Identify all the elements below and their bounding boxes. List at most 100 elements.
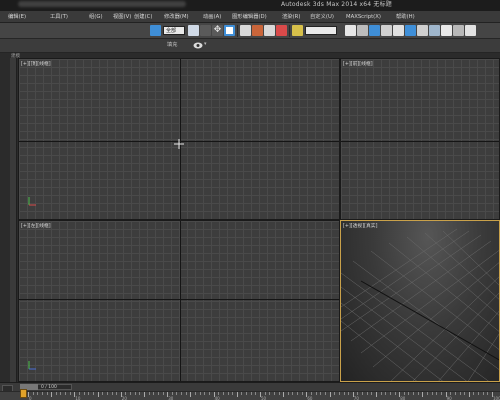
mirror-icon[interactable] [345,25,356,36]
timeline-minor-tick [65,392,67,395]
viewport-perspective[interactable]: [+][透视][真实] [340,220,500,382]
render-production-icon[interactable] [441,25,452,36]
material-editor-icon[interactable] [405,25,416,36]
axis-gizmo-icon [28,361,36,370]
title-bar: Autodesk 3ds Max 2014 x64 无标题 [0,0,500,11]
timeline-tick [51,392,53,397]
timeline-minor-tick [232,392,234,395]
timeline-minor-tick [366,392,368,395]
viewport-label[interactable]: [+][左][线框] [21,222,51,229]
timeline-minor-tick [464,392,466,395]
selection-filter-dropdown[interactable]: 全部 [163,26,185,35]
timeline-minor-tick [208,392,210,395]
menu-edit[interactable]: 编辑(E) [8,12,26,22]
viewport-label[interactable]: [+][顶][线框] [21,60,51,67]
timeline-tick-label: 10 [75,396,81,400]
percent-snap-icon[interactable] [264,25,275,36]
timeline-minor-tick [125,392,127,395]
timeline-minor-tick [46,392,48,395]
timeline-minor-tick [116,392,118,395]
timeline-tick-label: 90 [446,396,452,400]
timeline-minor-tick [320,392,322,395]
angle-snap-icon[interactable] [252,25,263,36]
quick-access-toolbar[interactable] [18,1,186,7]
timeline-minor-tick [311,392,313,395]
menu-create[interactable]: 创建(C) [134,12,152,22]
timeline-minor-tick [348,392,350,395]
timeline-minor-tick [380,392,382,395]
named-selection-set-input[interactable] [305,26,337,35]
snap-toggle-icon[interactable] [240,25,251,36]
spinner-snap-icon[interactable] [276,25,287,36]
render-teapot-icon[interactable] [453,25,464,36]
timeline-minor-tick [403,392,405,395]
schematic-view-icon[interactable] [393,25,404,36]
timeline-tick-label: 0 [29,396,32,400]
timeline-minor-tick [246,392,248,395]
grid-axis-horizontal [341,141,499,142]
timeline-minor-tick [41,392,43,395]
rotate-icon[interactable] [224,25,235,36]
curve-editor-icon[interactable] [381,25,392,36]
menu-tools[interactable]: 工具(T) [50,12,68,22]
menu-group[interactable]: 组(G) [89,12,103,22]
timeline-minor-tick [478,392,480,395]
move-icon[interactable]: ✥ [212,25,223,36]
rendered-frame-window-icon[interactable] [429,25,440,36]
timeline-tick [329,392,331,397]
viewport-top[interactable]: [+][顶][线框] [18,58,340,220]
timeline-minor-tick [338,392,340,395]
viewport-left[interactable]: [+][左][线框] [18,220,340,382]
align-icon[interactable] [357,25,368,36]
render-setup-icon[interactable] [417,25,428,36]
timeline-minor-tick [102,392,104,395]
key-icon[interactable] [20,389,27,398]
timeline-minor-tick [269,392,271,395]
select-object-icon[interactable] [188,25,199,36]
timeline-tick [376,392,377,397]
timeline-minor-tick [362,392,364,395]
timeline-minor-tick [199,392,201,395]
edit-named-selection-icon[interactable] [292,25,303,36]
timeline-minor-tick [278,392,280,395]
timeline-minor-tick [83,392,85,395]
timeline-minor-tick [148,392,150,395]
timeline-minor-tick [450,392,452,395]
menu-rendering[interactable]: 渲染(R) [282,12,300,22]
timeline-tick-label: 100 [493,396,500,400]
timeline-tick [283,392,285,397]
menu-graph-editors[interactable]: 图形编辑器(D) [232,12,267,22]
timeline-minor-tick [130,392,132,395]
eye-icon[interactable] [193,42,203,49]
timeline-minor-tick [92,392,94,395]
grid-axis-horizontal [19,299,339,300]
timeline-tick-label: 70 [353,396,359,400]
timeline-area: 0 / 100 0 10 20 30 40 50 60 70 80 90 100 [0,382,500,400]
timeline-tick-label: 80 [400,396,406,400]
timeline-minor-tick [371,392,373,395]
viewport-front[interactable]: [+][前][线框] [340,58,500,220]
timeline-minor-tick [315,392,317,395]
layer-manager-icon[interactable] [369,25,380,36]
timeline-minor-tick [389,392,391,395]
chevron-down-icon[interactable]: ▾ [204,41,207,47]
select-by-name-icon[interactable] [200,25,211,36]
menu-modifiers[interactable]: 修改器(M) [164,12,189,22]
menu-maxscript[interactable]: MAXScript(X) [346,12,381,22]
main-toolbar: 全部 ✥ [0,23,500,39]
menu-help[interactable]: 帮助(H) [396,12,415,22]
render-iterative-icon[interactable] [465,25,476,36]
timeline-minor-tick [487,392,489,395]
timeline-minor-tick [297,392,299,395]
timeline-tick-label: 40 [214,396,220,400]
menu-customize[interactable]: 自定义(U) [310,12,334,22]
select-link-icon[interactable] [150,25,161,36]
timeline-minor-tick [32,392,34,395]
menu-animation[interactable]: 动画(A) [203,12,221,22]
left-command-strip[interactable] [10,58,17,382]
viewport-label[interactable]: [+][前][线框] [343,60,373,67]
menu-views[interactable]: 视图(V) [113,12,131,22]
timeline-minor-tick [459,392,461,395]
track-bar[interactable]: 0 10 20 30 40 50 60 70 80 90 100 [0,391,500,400]
ribbon-populate-label[interactable]: 填充 [167,41,177,48]
